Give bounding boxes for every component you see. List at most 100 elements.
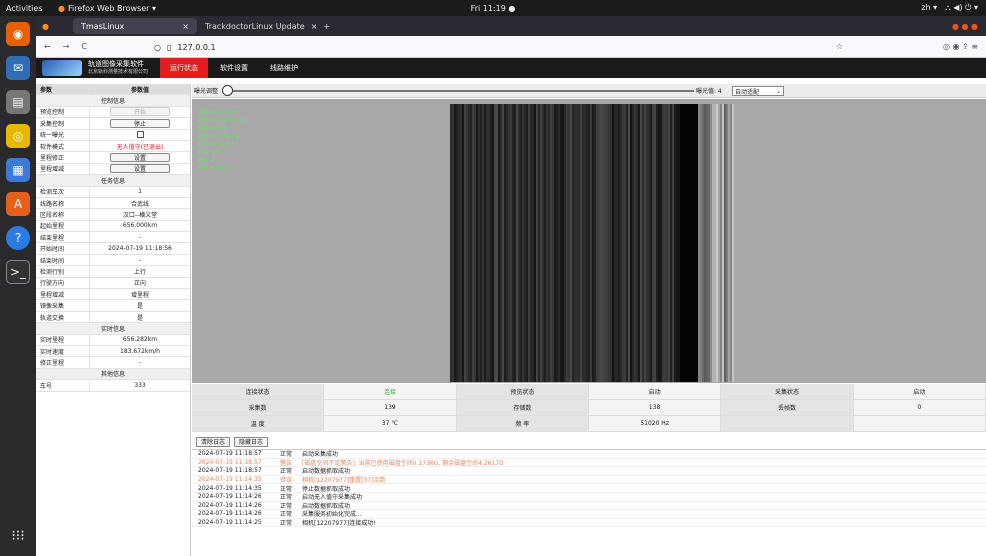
reload-icon[interactable]: C	[81, 42, 87, 51]
close-icon[interactable]: ×	[182, 22, 189, 31]
param-label: 结束时间	[36, 254, 90, 266]
dock: ◉ ✉ ▤ ◎ ▦ A ? >_ ⁝⁝⁝	[0, 16, 36, 556]
chevron-down-icon: ⌄	[775, 87, 781, 95]
app-menu[interactable]: ● Firefox Web Browser ▾	[58, 4, 156, 13]
software-mode-value: 无人值守(已退出)	[116, 143, 164, 151]
log-time: 2024-07-19 11:14:35	[198, 476, 262, 484]
show-apps-icon[interactable]: ⁝⁝⁝	[6, 524, 30, 548]
preview-value: 启动	[589, 384, 722, 399]
info-overlay: 里程: 656.282km 速度: 183.672km/h 线路: 合武线 区段: 汉…	[198, 109, 245, 173]
forward-icon[interactable]: →	[63, 42, 70, 51]
empty-cell	[854, 416, 986, 431]
tab-bar: ● TmasLinux × TrackdoctorLinux Update × + ●…	[36, 16, 986, 36]
col-param: 参数	[36, 84, 90, 95]
firefox-dock-icon[interactable]: ◉	[6, 22, 30, 46]
param-value: 是	[136, 314, 143, 322]
param-value: 是	[136, 303, 143, 311]
mileage-incdec-button[interactable]: 设置	[110, 164, 170, 174]
param-value: 上行	[133, 268, 146, 276]
nav-bar: ← → C ○ ▯ 127.0.0.1 ☆ ◎ ◉ ⇪ ≡	[36, 36, 986, 58]
param-label: 结束里程	[36, 232, 90, 243]
dropped-value: 0	[854, 400, 986, 415]
url-bar[interactable]: ○ ▯ 127.0.0.1	[154, 39, 840, 55]
param-label: 起始里程	[36, 220, 90, 232]
label-frequency: 频 率	[456, 416, 589, 431]
thunderbird-dock-icon[interactable]: ✉	[6, 56, 30, 80]
lang-indicator[interactable]: zh ▾	[921, 3, 937, 13]
param-label: 检测车次	[36, 186, 90, 197]
param-value: 333	[134, 381, 146, 389]
param-label: 区段名称	[36, 209, 90, 220]
exposure-value: 曝光值: 4	[696, 88, 722, 95]
param-value: 656.000km	[122, 222, 158, 230]
tab-line-maintenance[interactable]: 线路维护	[260, 58, 308, 78]
param-label: 预览控制	[36, 106, 90, 118]
log-time: 2024-07-19 11:14:26	[198, 501, 262, 509]
tray-icons[interactable]: ⛬ ◀) ⏻ ▾	[945, 3, 978, 13]
param-label: 采集控制	[36, 118, 90, 129]
param-value: 汉口--横义堂	[122, 211, 158, 219]
tab-tmaslinux[interactable]: TmasLinux ×	[72, 18, 197, 34]
param-value: 正向	[133, 280, 146, 288]
exposure-slider-track[interactable]	[224, 90, 694, 92]
firefox-icon: ●	[58, 3, 65, 13]
label-temperature: 温 度	[192, 416, 325, 431]
frequency-value: 51020 Hz	[589, 416, 722, 431]
param-value: 2024-07-19 11:18:56	[108, 245, 172, 253]
software-dock-icon[interactable]: A	[6, 192, 30, 216]
tab-trackdoctor[interactable]: TrackdoctorLinux Update × +	[197, 18, 338, 34]
tab-run-status[interactable]: 运行状态	[160, 58, 209, 78]
param-row: 镜像采集 是	[36, 300, 190, 312]
clear-log-button[interactable]: 清除日志	[196, 436, 231, 447]
stored-value: 138	[589, 400, 722, 415]
param-label: 里程修正	[36, 152, 90, 163]
preview-start-button[interactable]: 开始	[110, 107, 170, 117]
unified-exposure-checkbox[interactable]	[136, 131, 144, 139]
mileage-correct-button[interactable]: 设置	[110, 153, 170, 163]
back-icon[interactable]: ←	[44, 42, 51, 51]
bookmark-star-icon[interactable]: ☆	[836, 42, 843, 51]
system-tray[interactable]: zh ▾ ⛬ ◀) ⏻ ▾	[921, 3, 978, 13]
system-topbar: Activities ● Firefox Web Browser ▾ Fri 11…	[0, 0, 986, 16]
param-row: 检测车次 1	[36, 186, 190, 198]
rhythmbox-dock-icon[interactable]: ◎	[6, 124, 30, 148]
label-capture: 采集状态	[721, 384, 854, 399]
writer-dock-icon[interactable]: ▦	[6, 158, 30, 182]
toolbar-icons[interactable]: ◎ ◉ ⇪ ≡	[943, 42, 978, 51]
capture-stop-button[interactable]: 停止	[110, 118, 170, 128]
log-time: 2024-07-19 11:18:57	[198, 467, 262, 475]
tab-label: TmasLinux	[80, 21, 125, 31]
hide-log-button[interactable]: 隐藏日志	[234, 436, 269, 447]
firefox-view-icon[interactable]: ●	[42, 22, 49, 31]
overlay-line: 速度: 183.672km/h	[198, 118, 245, 124]
close-icon[interactable]: ×	[311, 22, 318, 31]
terminal-dock-icon[interactable]: >_	[6, 260, 30, 284]
help-dock-icon[interactable]: ?	[6, 226, 30, 250]
overlay-line: 时间: 11:18:57	[198, 142, 234, 148]
log-time: 2024-07-19 11:14:35	[198, 484, 262, 492]
section-control: 控制信息	[36, 95, 190, 107]
exposure-slider-handle[interactable]	[222, 85, 233, 96]
param-row: 车号 333	[36, 380, 190, 392]
log-toolbar: 清除日志 隐藏日志	[192, 435, 986, 448]
window-controls[interactable]: ● ● ●	[952, 22, 978, 31]
files-dock-icon[interactable]: ▤	[6, 90, 30, 114]
param-row: 结束时间 -	[36, 254, 190, 267]
clock[interactable]: Fri 11:19 ●	[470, 4, 516, 13]
new-tab-icon[interactable]: +	[323, 22, 330, 31]
exposure-mode-select[interactable]: 自动适配 ⌄	[732, 86, 784, 96]
param-panel: 参数 参数值 控制信息 预览控制 开始 采集控制 停止 统一曝光 软件模式 无人值守(已…	[36, 84, 191, 556]
overlay-line: 里程: 656.282km	[198, 110, 240, 116]
param-label: 轨道交换	[36, 311, 90, 323]
label-preview: 预览状态	[456, 384, 589, 399]
connection-value: 连接	[324, 384, 457, 399]
param-value: 合武线	[130, 200, 149, 208]
param-label: 统一曝光	[36, 129, 90, 140]
param-label: 线路名称	[36, 197, 90, 209]
param-value: -	[138, 359, 142, 367]
overlay-line: 行别: 上行	[198, 150, 222, 156]
tab-software-settings[interactable]: 软件设置	[210, 58, 258, 78]
param-label: 实时速度	[36, 345, 90, 357]
activities-button[interactable]: Activities	[6, 4, 43, 13]
app-banner: 轨道图像采集软件 北京轨科测量技术有限公司 运行状态 软件设置 线路维护	[36, 58, 986, 78]
